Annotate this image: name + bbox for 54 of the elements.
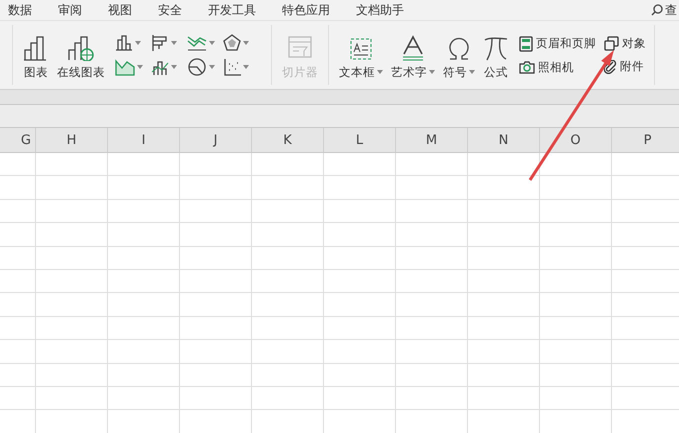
column-header[interactable]: P <box>612 128 679 152</box>
bar-chart-globe-icon <box>67 34 95 60</box>
column-header[interactable]: M <box>396 128 468 152</box>
column-header[interactable]: J <box>180 128 252 152</box>
caret-icon <box>243 41 249 45</box>
column-header[interactable]: O <box>540 128 612 152</box>
chart-button[interactable]: 在线图表 <box>53 28 109 82</box>
menu-item[interactable]: 安全 <box>158 3 208 17</box>
insert-button[interactable]: 照相机 <box>517 60 598 74</box>
column-header[interactable]: N <box>468 128 540 152</box>
pi-icon <box>483 34 509 60</box>
camera-icon <box>519 60 535 74</box>
bar-chart-icon <box>23 34 49 60</box>
caret-icon <box>209 41 215 45</box>
caret-icon <box>243 65 249 69</box>
area-chart-icon <box>115 58 135 76</box>
object-icon <box>604 36 619 51</box>
caret-icon <box>135 41 141 45</box>
caret-icon <box>171 65 177 69</box>
page-icon <box>519 36 533 52</box>
chart-button[interactable]: 图表 <box>19 28 53 82</box>
pie-chart-icon <box>187 58 207 76</box>
insert-button[interactable]: 文本框 <box>335 28 387 82</box>
menu-item[interactable]: 特色应用 <box>282 3 356 17</box>
insert-button[interactable]: 公式 <box>479 28 513 82</box>
search-label[interactable]: 查 <box>665 3 677 17</box>
column-header[interactable]: G <box>0 128 36 152</box>
pentagon-icon <box>223 34 241 52</box>
menu-item[interactable]: 文档助手 <box>356 3 406 17</box>
column-header[interactable]: K <box>252 128 324 152</box>
column-header[interactable]: I <box>108 128 180 152</box>
scatter-chart-icon <box>223 58 241 76</box>
caret-icon <box>171 41 177 45</box>
column-header[interactable]: L <box>324 128 396 152</box>
caret-icon <box>137 65 143 69</box>
menu-item[interactable]: 数据 <box>8 3 58 17</box>
insert-button[interactable]: 艺术字 <box>387 28 439 82</box>
menu-item[interactable]: 开发工具 <box>208 3 282 17</box>
insert-button[interactable]: 符号 <box>439 28 479 82</box>
insert-button[interactable]: 对象 <box>602 36 648 51</box>
search-icon <box>651 4 663 16</box>
menu-item[interactable]: 审阅 <box>58 3 108 17</box>
menu-item[interactable]: 视图 <box>108 3 158 17</box>
bar-chart-icon <box>151 34 169 52</box>
slicer-icon <box>287 34 313 60</box>
line-chart-icon <box>187 34 207 52</box>
paperclip-icon <box>604 60 617 74</box>
insert-button[interactable]: 页眉和页脚 <box>517 36 598 52</box>
word-art-icon <box>400 34 426 60</box>
text-box-icon <box>349 36 373 60</box>
column-header[interactable]: H <box>36 128 108 152</box>
caret-icon <box>209 65 215 69</box>
insert-button[interactable]: 附件 <box>602 59 648 74</box>
column-chart-icon <box>115 34 133 52</box>
